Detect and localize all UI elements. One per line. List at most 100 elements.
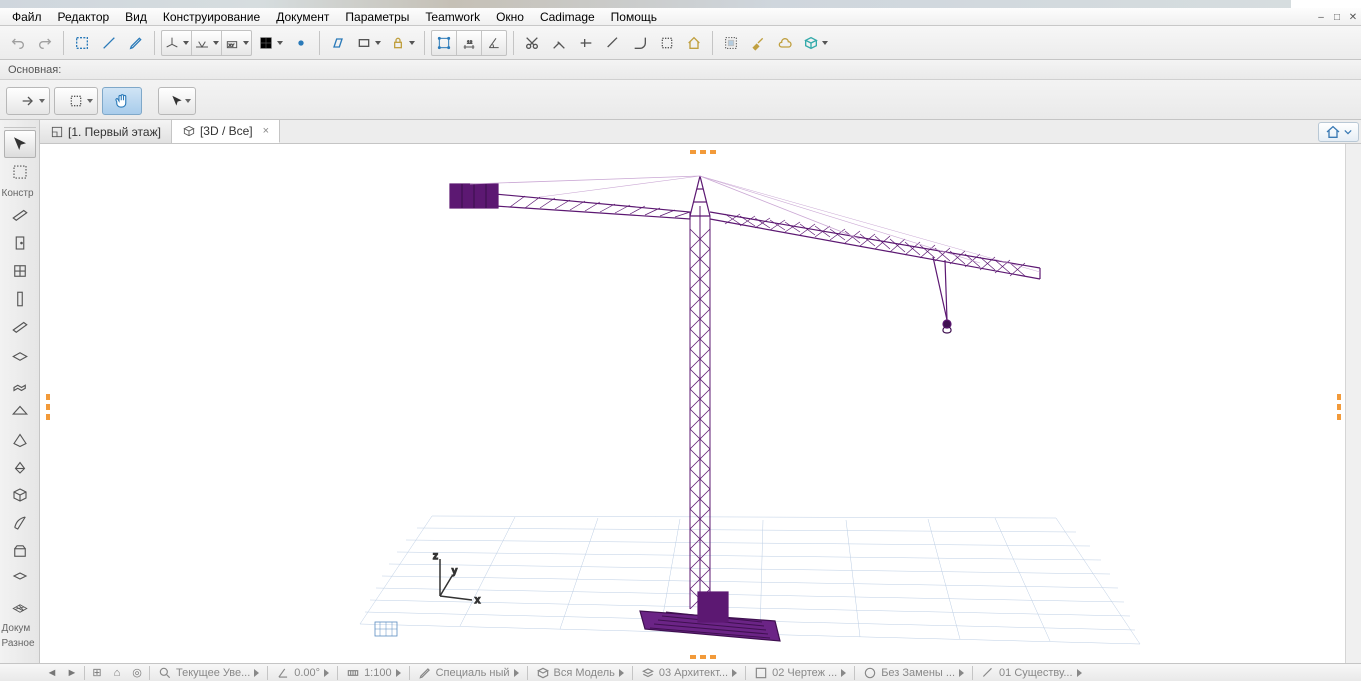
menu-window[interactable]: Окно [488, 8, 532, 26]
window-minimize-icon[interactable]: – [1316, 12, 1326, 23]
grid-snap-button[interactable] [255, 31, 286, 55]
plane-xy-button[interactable] [162, 31, 191, 55]
column-tool[interactable] [4, 285, 36, 313]
svg-text:y: y [452, 566, 457, 577]
rect-button[interactable] [353, 31, 384, 55]
tab-bar: [1. Первый этаж] [3D / Все] × [40, 120, 1361, 144]
fillet-button[interactable] [628, 31, 652, 55]
sec-arrow-mode-button[interactable] [158, 87, 196, 115]
window-maximize-icon[interactable]: □ [1332, 12, 1342, 23]
main-toolbar: XY 12 [0, 26, 1361, 60]
lock-button[interactable] [387, 31, 418, 55]
menu-view[interactable]: Вид [117, 8, 155, 26]
dimension-angle-button[interactable] [482, 31, 506, 55]
sb-scale-value: 1:100 [364, 667, 392, 679]
door-tool[interactable] [4, 229, 36, 257]
zoom-icon [158, 666, 172, 680]
sec-arrows-button[interactable] [6, 87, 50, 115]
sec-hand-button[interactable] [102, 87, 142, 115]
tab-close-icon[interactable]: × [263, 125, 269, 137]
line-draw-button[interactable] [97, 31, 121, 55]
chevron-right-icon[interactable] [324, 669, 329, 677]
zone-tool[interactable] [4, 565, 36, 593]
cube-dropdown-button[interactable] [800, 31, 831, 55]
snap-button[interactable] [289, 31, 313, 55]
toolbox: Констр Докум Разное [0, 120, 40, 681]
mesh-tool[interactable] [4, 593, 36, 621]
sb-zoom-home-icon[interactable]: ⌂ [109, 665, 125, 681]
tabbar-home-button[interactable] [1318, 122, 1359, 142]
tab-3d[interactable]: [3D / Все] × [172, 120, 280, 143]
secondary-toolbar [0, 80, 1361, 120]
sb-drawing: 02 Чертеж ... [772, 667, 837, 679]
sb-nav-right-icon[interactable]: ► [64, 665, 80, 681]
beam-tool[interactable] [4, 313, 36, 341]
pencil-button[interactable] [124, 31, 148, 55]
status-bar: ◄ ► ⊞ ⌂ ◎ Текущее Уве... 0.00° 1:100 Спе… [0, 663, 1361, 681]
marquee-tool[interactable] [4, 158, 36, 186]
home-button[interactable] [682, 31, 706, 55]
object-tool[interactable] [4, 537, 36, 565]
tab-floorplan[interactable]: [1. Первый этаж] [40, 120, 172, 143]
menu-options[interactable]: Параметры [337, 8, 417, 26]
menu-editor[interactable]: Редактор [50, 8, 118, 26]
cube3d-icon [182, 124, 196, 138]
svg-text:z: z [433, 551, 438, 562]
select-all-button[interactable] [719, 31, 743, 55]
cut-button[interactable] [520, 31, 544, 55]
vertical-scrollbar[interactable] [1345, 144, 1361, 663]
curtain-wall-tool[interactable] [4, 481, 36, 509]
chevron-right-icon[interactable] [959, 669, 964, 677]
morph-tool[interactable] [4, 509, 36, 537]
chevron-right-icon[interactable] [841, 669, 846, 677]
roof-tool[interactable] [4, 397, 36, 425]
parallelogram-button[interactable] [326, 31, 350, 55]
chevron-right-icon[interactable] [732, 669, 737, 677]
cloud-button[interactable] [773, 31, 797, 55]
chevron-right-icon[interactable] [396, 669, 401, 677]
sb-zoom-fit-icon[interactable]: ⊞ [89, 665, 105, 681]
toolbox-section-design: Констр [0, 188, 40, 199]
redo-button[interactable] [33, 31, 57, 55]
extend-button[interactable] [601, 31, 625, 55]
chevron-right-icon[interactable] [254, 669, 259, 677]
menu-document[interactable]: Документ [268, 8, 337, 26]
wall-tool[interactable] [4, 201, 36, 229]
edit-corner-button[interactable] [547, 31, 571, 55]
sb-target-icon[interactable]: ◎ [129, 665, 145, 681]
viewport-3d[interactable]: x y z [40, 144, 1361, 663]
chevron-right-icon[interactable] [619, 669, 624, 677]
chevron-right-icon[interactable] [1077, 669, 1082, 677]
menu-teamwork[interactable]: Teamwork [417, 8, 488, 26]
menu-file[interactable]: Файл [4, 8, 50, 26]
skylight-tool[interactable] [4, 453, 36, 481]
window-controls: – □ ✕ [1316, 8, 1358, 26]
toolbox-section-document: Докум [0, 623, 40, 634]
menu-cadimage[interactable]: Cadimage [532, 8, 603, 26]
dimension-frame-button[interactable] [432, 31, 456, 55]
arrow-tool[interactable] [4, 130, 36, 158]
stair-tool[interactable] [4, 369, 36, 397]
trim-button[interactable] [574, 31, 598, 55]
chevron-right-icon[interactable] [514, 669, 519, 677]
dimension-group: 12 [431, 30, 507, 56]
slab-tool[interactable] [4, 341, 36, 369]
plane-offset-button[interactable] [192, 31, 221, 55]
sb-replace: Без Замены ... [881, 667, 955, 679]
rect-trim-button[interactable] [655, 31, 679, 55]
sb-exist: 01 Существу... [999, 667, 1073, 679]
window-tool[interactable] [4, 257, 36, 285]
plane-selector-group: XY [161, 30, 252, 56]
brush-button[interactable] [746, 31, 770, 55]
pen-icon [418, 666, 432, 680]
marquee-button[interactable] [70, 31, 94, 55]
plane-custom-button[interactable]: XY [222, 31, 251, 55]
window-close-icon[interactable]: ✕ [1348, 12, 1358, 23]
dimension-linear-button[interactable]: 12 [457, 31, 481, 55]
menu-help[interactable]: Помощь [603, 8, 665, 26]
shell-tool[interactable] [4, 425, 36, 453]
undo-button[interactable] [6, 31, 30, 55]
sb-nav-left-icon[interactable]: ◄ [44, 665, 60, 681]
menu-design[interactable]: Конструирование [155, 8, 268, 26]
sec-marquee-button[interactable] [54, 87, 98, 115]
